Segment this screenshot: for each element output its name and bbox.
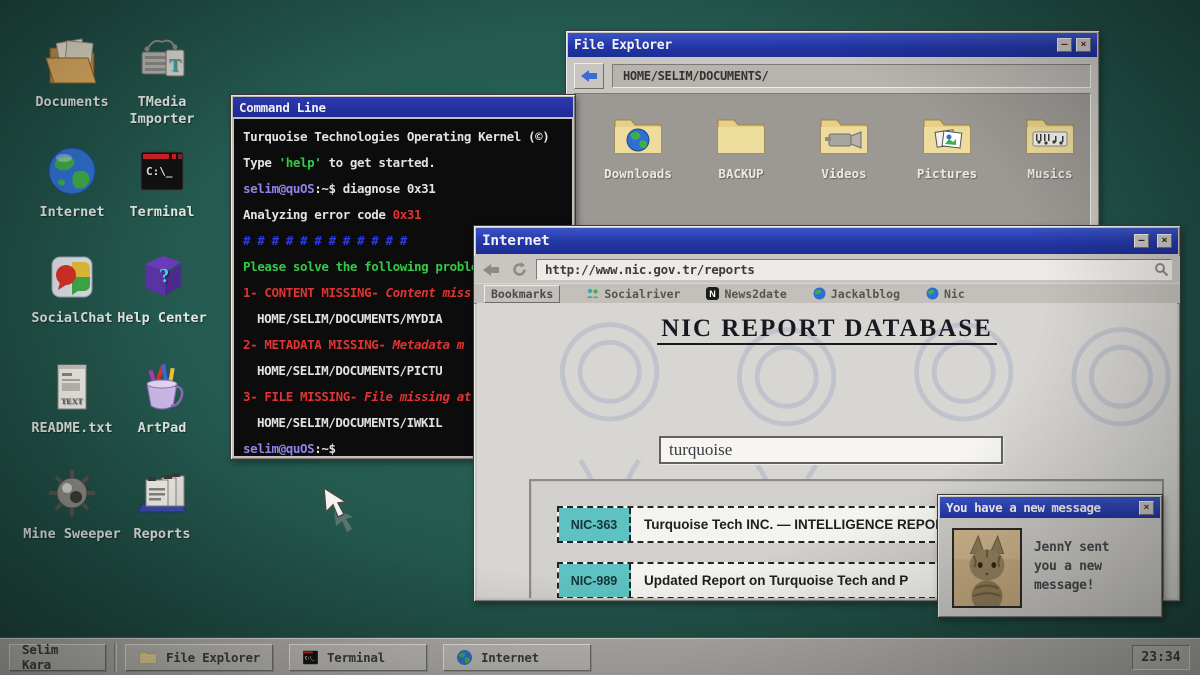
folder-musics[interactable]: Musics	[1001, 112, 1091, 181]
svg-text:C:\_: C:\_	[305, 655, 315, 660]
back-arrow-icon	[581, 70, 597, 82]
taskbar-item-file-explorer[interactable]: File Explorer	[125, 644, 273, 671]
bookmark-nic[interactable]: Nic	[926, 287, 965, 301]
mine-icon	[45, 466, 99, 520]
file-explorer-titlebar[interactable]: File Explorer – ×	[568, 33, 1097, 57]
mouse-cursor	[320, 486, 360, 534]
help-center-icon: ?	[135, 250, 189, 304]
documents-folder-icon	[44, 36, 100, 88]
close-button[interactable]: ×	[1139, 501, 1154, 515]
terminal-line: Turquoise Technologies Operating Kernel …	[243, 124, 563, 150]
desktop-icon-label: Help Center	[106, 310, 218, 327]
svg-text:C:\_: C:\_	[146, 165, 173, 178]
notification-message: JennY sent you a new message!	[1034, 528, 1109, 607]
notification-title: You have a new message	[946, 500, 1135, 515]
desktop-icon-reports[interactable]: Reports	[106, 466, 218, 543]
minimize-button[interactable]: –	[1057, 38, 1072, 52]
desktop-icon-label: TMedia Importer	[106, 94, 218, 128]
taskbar: Selim Kara File Explorer C:\_ Terminal I…	[0, 638, 1200, 675]
desktop-icon-label: Terminal	[106, 204, 218, 221]
notification-titlebar[interactable]: You have a new message ×	[940, 497, 1160, 518]
folder-label: BACKUP	[692, 166, 790, 181]
window-title: Command Line	[239, 100, 567, 115]
taskbar-divider	[114, 643, 117, 672]
socialriver-icon	[586, 288, 599, 299]
desktop-icon-label: ArtPad	[106, 420, 218, 437]
taskbar-clock: 23:34	[1132, 645, 1190, 670]
close-button[interactable]: ×	[1076, 38, 1091, 52]
backup-folder-icon	[712, 112, 770, 158]
close-button[interactable]: ×	[1157, 234, 1172, 248]
search-icon[interactable]	[1154, 262, 1169, 277]
reports-icon	[134, 466, 190, 520]
url-bar[interactable]	[536, 259, 1172, 280]
svg-text:N: N	[710, 289, 717, 299]
globe-icon	[45, 144, 99, 198]
nic-globe-icon	[926, 287, 939, 300]
bookmark-jackalblog[interactable]: Jackalblog	[813, 287, 900, 301]
downloads-folder-icon	[609, 112, 667, 158]
musics-folder-icon	[1021, 112, 1079, 158]
bookmarks-bar: Bookmarks Socialriver N News2date Jackal…	[474, 283, 1180, 304]
bookmark-socialriver[interactable]: Socialriver	[586, 287, 680, 301]
result-id-badge: NIC-989	[559, 564, 631, 597]
bookmark-news2date[interactable]: N News2date	[706, 287, 786, 301]
start-button[interactable]: Selim Kara	[9, 644, 106, 671]
command-line-titlebar[interactable]: Command Line	[233, 97, 573, 117]
reload-button[interactable]	[508, 260, 530, 280]
news2date-icon: N	[706, 287, 719, 300]
folder-label: Musics	[1001, 166, 1091, 181]
reload-icon	[512, 262, 527, 277]
text-file-icon: TEXT	[47, 360, 97, 414]
page-title: NIC REPORT DATABASE	[477, 315, 1177, 343]
folder-icon	[138, 649, 158, 665]
taskbar-item-internet[interactable]: Internet	[443, 644, 591, 671]
terminal-icon: C:\_	[302, 649, 319, 666]
globe-icon	[456, 649, 473, 666]
jackalblog-globe-icon	[813, 287, 826, 300]
back-button[interactable]	[480, 260, 502, 280]
folder-label: Videos	[795, 166, 893, 181]
videos-folder-icon	[815, 112, 873, 158]
back-arrow-icon	[483, 264, 499, 276]
window-title: File Explorer	[574, 38, 1053, 53]
browser-toolbar	[474, 256, 1180, 283]
pictures-folder-icon	[918, 112, 976, 158]
message-notification-popup[interactable]: You have a new message × JennY sent you …	[937, 494, 1163, 618]
artpad-icon	[135, 360, 189, 414]
result-id-badge: NIC-363	[559, 508, 631, 541]
sender-avatar-cat-photo	[952, 528, 1022, 608]
desktop-icon-terminal[interactable]: C:\_ Terminal	[106, 144, 218, 221]
window-title: Internet	[482, 233, 1130, 249]
tmedia-importer-icon: T	[134, 36, 190, 88]
svg-text:T: T	[169, 55, 181, 75]
taskbar-item-terminal[interactable]: C:\_ Terminal	[289, 644, 427, 671]
desktop-icon-tmedia-importer[interactable]: T TMedia Importer	[106, 36, 218, 128]
folder-videos[interactable]: Videos	[795, 112, 893, 181]
desktop-icon-help-center[interactable]: ? Help Center	[106, 250, 218, 327]
folder-backup[interactable]: BACKUP	[692, 112, 790, 181]
address-bar[interactable]: HOME/SELIM/DOCUMENTS/	[612, 64, 1091, 88]
internet-titlebar[interactable]: Internet – ×	[476, 228, 1178, 254]
terminal-line: selim@quOS:~$ diagnose 0x31	[243, 176, 563, 202]
desktop-icon-label: Reports	[106, 526, 218, 543]
folder-label: Pictures	[898, 166, 996, 181]
url-input[interactable]	[545, 262, 1154, 277]
report-search-input[interactable]	[659, 436, 1003, 464]
bookmarks-label: Bookmarks	[484, 285, 560, 303]
terminal-icon: C:\_	[135, 144, 189, 198]
folder-pictures[interactable]: Pictures	[898, 112, 996, 181]
folder-label: Downloads	[589, 166, 687, 181]
terminal-line: Type 'help' to get started.	[243, 150, 563, 176]
desktop-icon-artpad[interactable]: ArtPad	[106, 360, 218, 437]
minimize-button[interactable]: –	[1134, 234, 1149, 248]
svg-text:TEXT: TEXT	[61, 397, 83, 406]
folder-downloads[interactable]: Downloads	[589, 112, 687, 181]
back-button[interactable]	[574, 63, 604, 89]
socialchat-icon	[45, 250, 99, 304]
